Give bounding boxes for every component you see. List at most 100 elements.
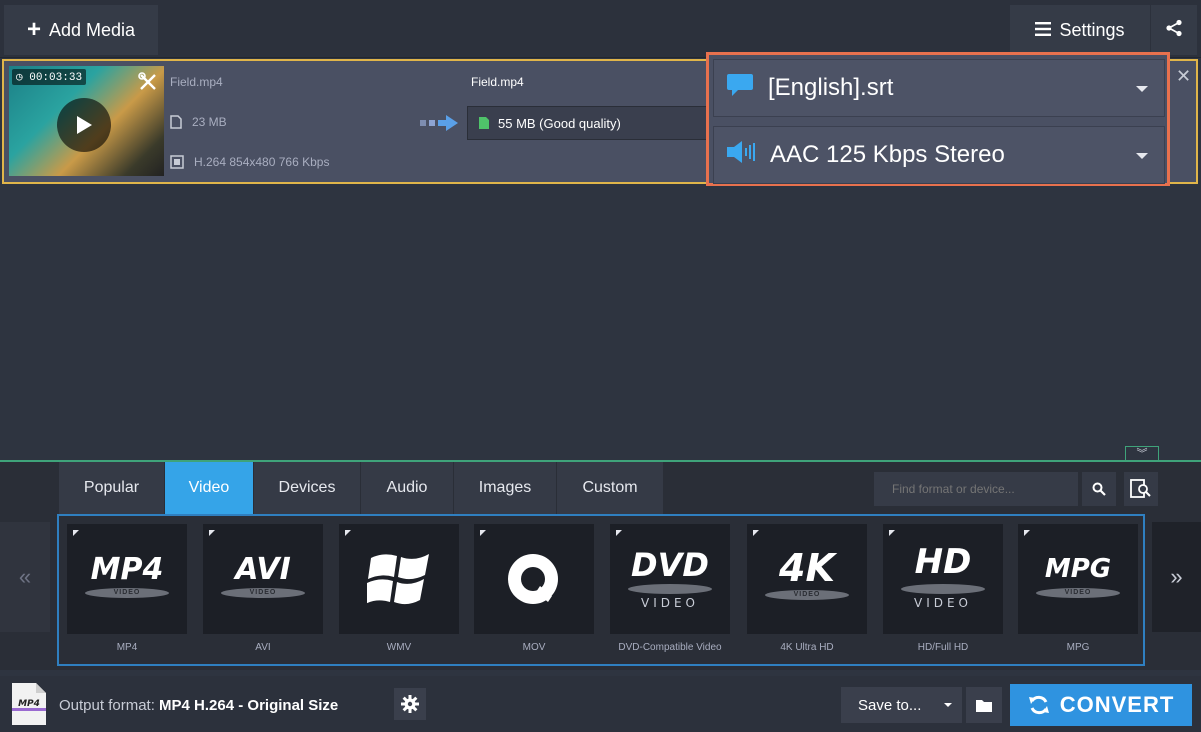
track-selectors-highlight: [English].srt AAC 125 Kbps Stereo — [706, 52, 1170, 186]
format-label-mov: MOV — [522, 642, 546, 653]
speaker-icon — [726, 140, 756, 171]
tab-custom[interactable]: Custom — [557, 462, 664, 514]
mp4-logo: MP4 — [90, 552, 164, 587]
audio-value: AAC 125 Kbps Stereo — [770, 141, 1005, 168]
output-settings-button[interactable] — [394, 688, 426, 720]
convert-button[interactable]: CONVERT — [1010, 684, 1192, 726]
menu-icon — [1035, 20, 1052, 41]
format-label-mpg: MPG — [1066, 642, 1090, 653]
dvd-video-text: VIDEO — [640, 596, 699, 610]
windows-logo-icon — [367, 554, 429, 605]
speech-bubble-icon — [726, 72, 754, 105]
refresh-icon — [1028, 695, 1049, 715]
disc-icon: VIDEO — [765, 590, 849, 600]
save-to-dropdown[interactable]: Save to... — [841, 687, 962, 723]
format-label-mp4: MP4 — [116, 642, 138, 653]
hd-video-text: VIDEO — [913, 596, 972, 610]
tools-icon — [138, 72, 156, 90]
tab-audio[interactable]: Audio — [361, 462, 454, 514]
disc-icon: VIDEO — [85, 588, 169, 598]
disc-icon: VIDEO — [221, 588, 305, 598]
format-avi[interactable]: AVI VIDEO — [203, 524, 323, 634]
subtitle-value: [English].srt — [768, 74, 894, 101]
format-wmv[interactable] — [339, 524, 459, 634]
save-to-label: Save to... — [858, 696, 922, 714]
share-icon — [1165, 19, 1183, 42]
chevron-down-icon — [1136, 86, 1148, 92]
edit-tools-button[interactable] — [137, 71, 159, 93]
format-tabs-bar: Popular Video Devices Audio Images Custo… — [0, 462, 1201, 514]
chevron-down-icon — [944, 703, 952, 707]
settings-label: Settings — [1059, 19, 1125, 40]
format-mpg[interactable]: MPG VIDEO — [1018, 524, 1138, 634]
output-format-value: MP4 H.264 - Original Size — [159, 697, 339, 714]
format-label-hd: HD/Full HD — [917, 642, 969, 653]
remove-file-close-icon[interactable]: ✕ — [1176, 66, 1191, 87]
format-mov[interactable] — [474, 524, 594, 634]
file-green-icon — [479, 117, 489, 129]
file-list-empty-area — [0, 186, 1201, 460]
source-codec: H.264 854x480 766 Kbps — [194, 155, 330, 169]
source-size-line: 23 MB — [170, 115, 227, 129]
open-folder-button[interactable] — [966, 687, 1002, 723]
share-button[interactable] — [1151, 5, 1197, 55]
output-size: 55 MB (Good quality) — [498, 115, 621, 131]
chevron-down-icon — [1136, 153, 1148, 159]
detect-device-button[interactable] — [1124, 472, 1158, 506]
output-format-prefix: Output format: — [59, 697, 155, 714]
folder-icon — [976, 700, 992, 712]
mpg-logo: MPG — [1044, 554, 1112, 584]
audio-dropdown[interactable]: AAC 125 Kbps Stereo — [713, 126, 1165, 184]
add-media-label: Add Media — [48, 19, 136, 40]
convert-label: CONVERT — [1059, 692, 1175, 717]
formats-panel: « MP4 VIDEO MP4 AVI VIDEO AVI WMV MOV DV… — [0, 514, 1201, 670]
convert-arrow-icon — [420, 113, 464, 138]
video-thumbnail[interactable]: ◷ 00:03:33 — [9, 66, 164, 176]
dvd-logo: DVD — [631, 546, 709, 584]
tab-images[interactable]: Images — [454, 462, 557, 514]
gear-icon — [401, 695, 419, 713]
format-hd[interactable]: HD VIDEO — [883, 524, 1003, 634]
subtitle-dropdown[interactable]: [English].srt — [713, 59, 1165, 117]
format-mp4[interactable]: MP4 VIDEO — [67, 524, 187, 634]
duration-badge: ◷ 00:03:33 — [12, 69, 87, 85]
format-label-dvd: DVD-Compatible Video — [618, 642, 722, 653]
top-toolbar: + Add Media Settings — [0, 0, 1201, 58]
format-search-input[interactable] — [874, 472, 1078, 506]
source-codec-line: H.264 854x480 766 Kbps — [170, 155, 329, 169]
source-name: Field.mp4 — [170, 75, 223, 89]
output-quality-field[interactable]: 55 MB (Good quality) — [467, 106, 717, 140]
format-label-wmv: WMV — [386, 642, 412, 653]
source-size: 23 MB — [192, 115, 227, 129]
output-format-label: Output format: MP4 H.264 - Original Size — [59, 697, 338, 714]
formats-prev-button[interactable]: « — [0, 522, 50, 632]
settings-button[interactable]: Settings — [1010, 5, 1150, 55]
double-chevron-right-icon: » — [1170, 564, 1183, 589]
double-chevron-down-icon: ︾ — [1136, 448, 1148, 460]
format-4k[interactable]: 4K VIDEO — [747, 524, 867, 634]
disc-icon — [628, 584, 712, 594]
tab-popular[interactable]: Popular — [59, 462, 165, 514]
device-search-icon — [1130, 479, 1151, 498]
tab-video[interactable]: Video — [165, 462, 254, 514]
formats-next-button[interactable]: » — [1152, 522, 1201, 632]
format-label-4k: 4K Ultra HD — [780, 642, 834, 653]
clock-icon: ◷ — [16, 72, 23, 84]
plus-icon: + — [26, 16, 41, 43]
play-button[interactable] — [57, 98, 111, 152]
search-button[interactable] — [1082, 472, 1116, 506]
output-format-file-icon: MP4 — [10, 682, 48, 726]
4k-logo: 4K — [779, 546, 835, 590]
format-label-avi: AVI — [255, 642, 271, 653]
source-name-line: Field.mp4 — [170, 75, 223, 89]
hd-logo: HD — [914, 542, 972, 582]
disc-icon: VIDEO — [1036, 588, 1120, 598]
video-codec-icon — [170, 155, 184, 169]
format-dvd[interactable]: DVD VIDEO — [610, 524, 730, 634]
output-name: Field.mp4 — [471, 75, 524, 89]
add-media-button[interactable]: + Add Media — [4, 5, 158, 55]
svg-text:MP4: MP4 — [18, 699, 40, 709]
tab-devices[interactable]: Devices — [254, 462, 361, 514]
avi-logo: AVI — [235, 552, 291, 587]
quicktime-logo-icon — [508, 554, 558, 604]
